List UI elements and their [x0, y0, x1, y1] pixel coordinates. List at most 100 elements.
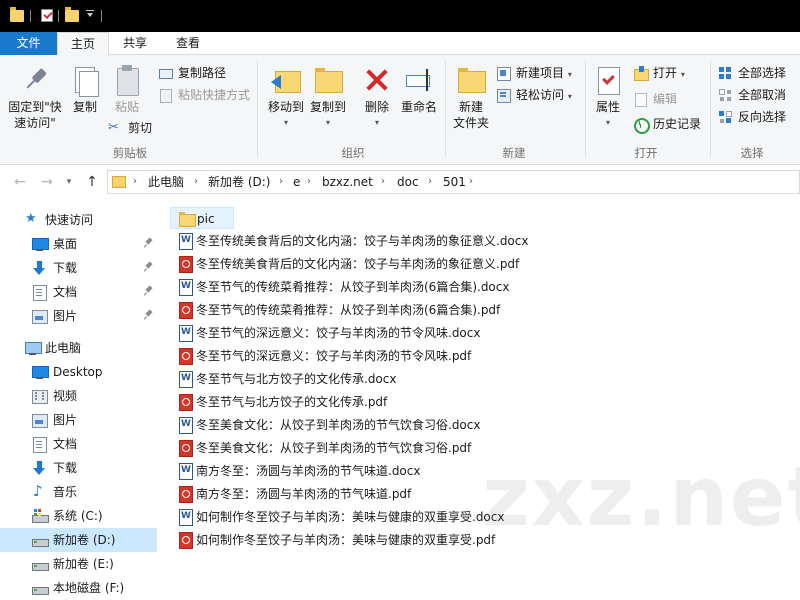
- properties-icon[interactable]: [41, 9, 53, 22]
- file-name: 冬至节气的传统菜肴推荐：从饺子到羊肉汤(6篇合集).pdf: [196, 303, 501, 317]
- word-document-icon: [178, 413, 193, 435]
- delete-button[interactable]: 删除 ▾: [359, 65, 395, 131]
- pdf-icon: [178, 302, 193, 319]
- nav-drive-e[interactable]: 新加卷 (E:): [0, 552, 157, 576]
- word-document-icon: [178, 367, 193, 389]
- pdf-icon: [178, 348, 193, 365]
- drive-icon: [32, 581, 49, 595]
- new-folder-button[interactable]: 新建 文件夹: [450, 65, 492, 131]
- nav-documents-pinned[interactable]: 文档: [0, 280, 157, 304]
- tab-file[interactable]: 文件: [0, 32, 57, 55]
- cut-label: 剪切: [128, 121, 153, 135]
- chevron-right-icon[interactable]: ›: [194, 171, 198, 193]
- documents-icon: [32, 285, 47, 301]
- chevron-right-icon[interactable]: ›: [307, 171, 311, 193]
- new-folder-icon[interactable]: [65, 7, 79, 22]
- group-label-new: 新建: [502, 146, 526, 160]
- chevron-right-icon[interactable]: ›: [469, 171, 473, 193]
- nav-drive-f[interactable]: 本地磁盘 (F:): [0, 576, 157, 600]
- chevron-right-icon[interactable]: ›: [133, 171, 137, 193]
- chevron-right-icon[interactable]: ›: [428, 171, 432, 193]
- nav-this-pc[interactable]: 此电脑: [0, 336, 157, 360]
- nav-downloads-pinned[interactable]: 下载: [0, 256, 157, 280]
- tab-share[interactable]: 共享: [110, 32, 160, 55]
- new-item-button[interactable]: 新建项目 ▾: [496, 64, 572, 82]
- history-label: 历史记录: [653, 117, 702, 131]
- nav-desktop-pinned[interactable]: 桌面: [0, 232, 157, 256]
- group-separator: [445, 61, 446, 157]
- history-button[interactable]: 历史记录: [633, 115, 702, 134]
- copy-path-button[interactable]: 复制路径: [158, 64, 226, 82]
- move-to-button[interactable]: 移动到 ▾: [265, 65, 307, 131]
- select-all-button[interactable]: 全部选择: [718, 64, 786, 82]
- group-label-organize: 组织: [341, 146, 365, 160]
- copy-to-button[interactable]: 复制到 ▾: [307, 65, 349, 131]
- nav-label: 文档: [53, 285, 78, 299]
- paste-shortcut-label: 粘贴快捷方式: [178, 88, 251, 102]
- open-button[interactable]: 打开 ▾: [633, 64, 685, 82]
- pin-icon: [144, 262, 153, 273]
- nav-label: 图片: [53, 309, 78, 323]
- forward-arrow-icon[interactable]: →: [39, 174, 55, 190]
- videos-icon: [32, 389, 48, 404]
- rename-icon: [404, 65, 434, 95]
- up-arrow-icon[interactable]: ↑: [84, 174, 100, 190]
- file-name: pic: [197, 212, 215, 226]
- properties-button[interactable]: 属性 ▾: [589, 65, 627, 131]
- breadcrumb-this-pc[interactable]: 此电脑: [148, 171, 184, 193]
- chevron-right-icon[interactable]: ›: [381, 171, 385, 193]
- pin-quick-access-button[interactable]: 固定到"快 速访问": [4, 65, 66, 131]
- nav-label: 文档: [53, 437, 78, 451]
- nav-drive-c[interactable]: 系统 (C:): [0, 504, 157, 528]
- navigation-pane: 快速访问 桌面 下载 文档 图片 此电脑 Desktop 视频 图片 文档: [0, 198, 157, 600]
- file-name: 冬至节气的深远意义：饺子与羊肉汤的节令风味.docx: [196, 326, 481, 340]
- move-to-icon: [271, 65, 301, 95]
- file-name: 冬至节气的传统菜肴推荐：从饺子到羊肉汤(6篇合集).docx: [196, 280, 510, 294]
- back-arrow-icon[interactable]: ←: [12, 174, 28, 190]
- nav-pictures-pinned[interactable]: 图片: [0, 304, 157, 328]
- breadcrumb-e[interactable]: e: [293, 171, 300, 193]
- chevron-right-icon[interactable]: ›: [279, 171, 283, 193]
- breadcrumb-bzxz[interactable]: bzxz.net: [322, 171, 373, 193]
- file-name: 冬至节气与北方饺子的文化传承.docx: [196, 372, 397, 386]
- invert-selection-icon: [718, 110, 733, 124]
- folder-icon[interactable]: [10, 7, 24, 22]
- chevron-down-icon: ▾: [680, 70, 685, 79]
- breadcrumb-doc[interactable]: doc: [397, 171, 419, 193]
- copy-button[interactable]: 复制: [68, 65, 102, 115]
- breadcrumb-501[interactable]: 501: [443, 171, 466, 193]
- edit-button[interactable]: 编辑: [633, 90, 677, 108]
- new-folder-label-line2: 文件夹: [452, 116, 489, 130]
- tab-home[interactable]: 主页: [57, 32, 109, 56]
- tab-view[interactable]: 查看: [162, 32, 214, 55]
- cut-button[interactable]: 剪切: [108, 119, 152, 137]
- paste-button[interactable]: 粘贴: [110, 65, 144, 115]
- invert-selection-button[interactable]: 反向选择: [718, 108, 786, 126]
- scissors-icon: [108, 119, 123, 137]
- breadcrumb-drive-d[interactable]: 新加卷 (D:): [208, 171, 270, 193]
- easy-access-button[interactable]: 轻松访问 ▾: [496, 86, 572, 104]
- customize-arrow-icon[interactable]: [86, 10, 96, 20]
- nav-pictures[interactable]: 图片: [0, 408, 157, 432]
- toolbar-separator: [101, 10, 102, 22]
- nav-documents[interactable]: 文档: [0, 432, 157, 456]
- delete-icon: [362, 65, 392, 95]
- rename-label: 重命名: [400, 100, 437, 114]
- nav-music[interactable]: 音乐: [0, 479, 157, 504]
- copy-to-label: 复制到: [309, 100, 346, 114]
- nav-downloads[interactable]: 下载: [0, 456, 157, 480]
- pdf-icon: [178, 486, 193, 503]
- recent-locations-chevron-icon[interactable]: ▾: [61, 174, 77, 190]
- address-bar[interactable]: › 此电脑 › 新加卷 (D:) › e › bzxz.net › doc › …: [107, 170, 800, 194]
- rename-button[interactable]: 重命名: [399, 65, 439, 115]
- folder-row-pic[interactable]: pic: [170, 207, 234, 229]
- properties-icon: [593, 65, 623, 95]
- paste-shortcut-button[interactable]: 粘贴快捷方式: [158, 86, 250, 104]
- nav-videos[interactable]: 视频: [0, 384, 157, 408]
- nav-quick-access[interactable]: 快速访问: [0, 207, 157, 232]
- nav-drive-d[interactable]: 新加卷 (D:): [0, 528, 157, 552]
- nav-desktop[interactable]: Desktop: [0, 360, 157, 384]
- select-none-button[interactable]: 全部取消: [718, 86, 786, 104]
- pin-label-line2: 速访问": [14, 116, 56, 130]
- new-item-icon: [496, 66, 511, 81]
